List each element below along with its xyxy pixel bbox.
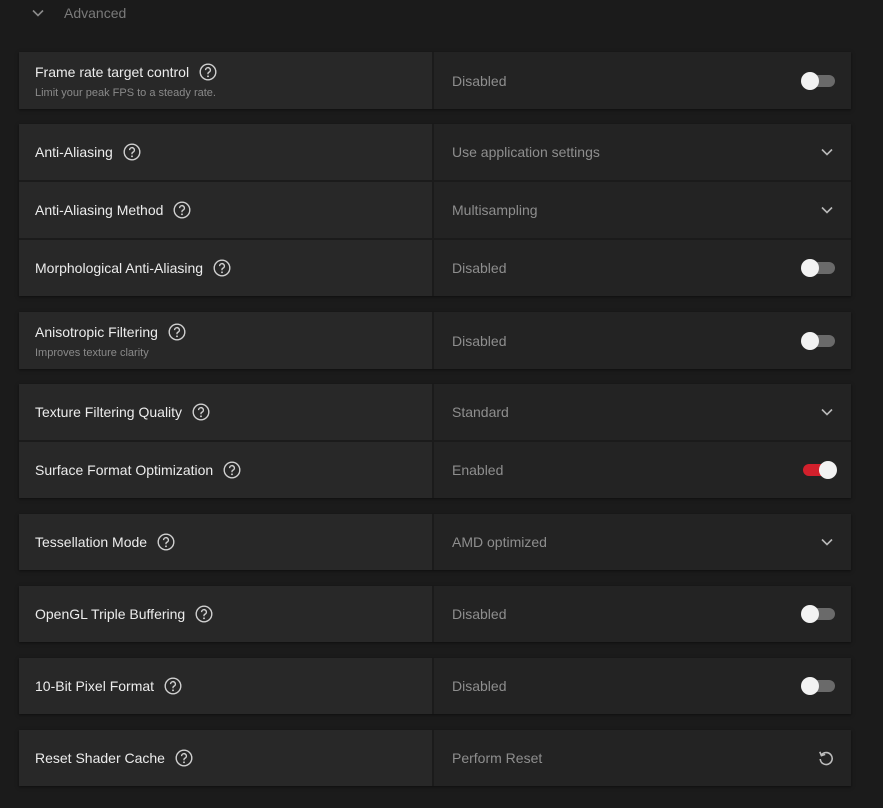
chevron-down-icon: [819, 202, 835, 218]
setting-row-anti-aliasing-method: Anti-Aliasing Method Multisampling: [19, 182, 851, 240]
setting-row-reset-shader-cache: Reset Shader Cache Perform Reset: [19, 730, 851, 786]
setting-control-surface-format-optimization[interactable]: Enabled: [434, 442, 851, 498]
setting-row-morphological-anti-aliasing: Morphological Anti-Aliasing Disabled: [19, 240, 851, 296]
setting-value: Disabled: [452, 72, 507, 89]
setting-value: Standard: [452, 404, 509, 420]
setting-value: Enabled: [452, 462, 504, 478]
setting-control-tessellation-mode[interactable]: AMD optimized: [434, 514, 851, 570]
setting-control-opengl-triple-buffering[interactable]: Disabled: [434, 586, 851, 642]
setting-description: Improves texture clarity: [35, 346, 149, 359]
question-circle-icon[interactable]: [173, 201, 191, 219]
setting-description: Limit your peak FPS to a steady rate.: [35, 86, 216, 99]
question-circle-icon[interactable]: [168, 322, 186, 341]
question-circle-icon[interactable]: [164, 677, 182, 695]
question-circle-icon[interactable]: [199, 62, 217, 81]
setting-label-cell: Texture Filtering Quality: [19, 384, 434, 440]
setting-row-10-bit-pixel-format: 10-Bit Pixel Format Disabled: [19, 658, 851, 714]
setting-label: OpenGL Triple Buffering: [35, 606, 186, 622]
group-texture: Texture Filtering Quality Standard Surfa…: [19, 384, 851, 498]
toggle-knob: [819, 461, 837, 479]
question-circle-icon[interactable]: [123, 143, 141, 161]
question-circle-icon[interactable]: [223, 461, 241, 479]
setting-label: Anti-Aliasing Method: [35, 202, 164, 218]
group-tessellation: Tessellation Mode AMD optimized: [19, 514, 851, 570]
section-title: Advanced: [64, 5, 127, 21]
setting-value: Disabled: [452, 678, 507, 694]
group-shader-cache: Reset Shader Cache Perform Reset: [19, 730, 851, 786]
setting-label: Anti-Aliasing: [35, 144, 113, 160]
setting-row-anti-aliasing: Anti-Aliasing Use application settings: [19, 124, 851, 182]
setting-label-cell: Anti-Aliasing Method: [19, 182, 434, 238]
toggle-knob: [801, 677, 819, 695]
perform-reset-button[interactable]: Perform Reset: [434, 730, 851, 786]
chevron-down-icon: [819, 404, 835, 420]
group-opengl: OpenGL Triple Buffering Disabled: [19, 586, 851, 642]
toggle-switch[interactable]: [801, 605, 835, 623]
setting-row-tessellation-mode: Tessellation Mode AMD optimized: [19, 514, 851, 570]
setting-control-texture-filtering-quality[interactable]: Standard: [434, 384, 851, 440]
setting-value: Perform Reset: [452, 750, 543, 766]
setting-label: Anisotropic Filtering: [35, 323, 158, 340]
setting-row-texture-filtering-quality: Texture Filtering Quality Standard: [19, 384, 851, 442]
setting-label: Reset Shader Cache: [35, 750, 165, 766]
question-circle-icon[interactable]: [195, 605, 213, 623]
setting-row-anisotropic-filtering: Anisotropic Filtering Improves texture c…: [19, 312, 851, 369]
setting-control-anti-aliasing-method[interactable]: Multisampling: [434, 182, 851, 238]
toggle-switch[interactable]: [801, 71, 835, 90]
toggle-knob: [801, 331, 819, 350]
chevron-down-icon: [30, 5, 46, 21]
toggle-switch[interactable]: [801, 259, 835, 277]
setting-label-cell: Surface Format Optimization: [19, 442, 434, 498]
group-10bit: 10-Bit Pixel Format Disabled: [19, 658, 851, 714]
advanced-settings-page: Advanced Frame rate target control Limit…: [0, 0, 883, 808]
toggle-switch[interactable]: [801, 331, 835, 350]
setting-control-10-bit-pixel-format[interactable]: Disabled: [434, 658, 851, 714]
group-anisotropic: Anisotropic Filtering Improves texture c…: [19, 312, 851, 369]
setting-row-surface-format-optimization: Surface Format Optimization Enabled: [19, 442, 851, 498]
toggle-switch[interactable]: [803, 461, 837, 479]
setting-value: AMD optimized: [452, 534, 547, 550]
setting-label-cell: Frame rate target control Limit your pea…: [19, 52, 434, 109]
chevron-down-icon: [819, 534, 835, 550]
question-circle-icon[interactable]: [157, 533, 175, 551]
question-circle-icon[interactable]: [192, 403, 210, 421]
setting-value: Disabled: [452, 260, 507, 276]
setting-value: Disabled: [452, 606, 507, 622]
setting-row-opengl-triple-buffering: OpenGL Triple Buffering Disabled: [19, 586, 851, 642]
advanced-section-header[interactable]: Advanced: [30, 0, 126, 26]
chevron-down-icon: [819, 144, 835, 160]
setting-label-cell: 10-Bit Pixel Format: [19, 658, 434, 714]
setting-label: Surface Format Optimization: [35, 462, 214, 478]
setting-label-cell: OpenGL Triple Buffering: [19, 586, 434, 642]
group-anti-aliasing: Anti-Aliasing Use application settings A…: [19, 124, 851, 296]
setting-control-anisotropic-filtering[interactable]: Disabled: [434, 312, 851, 369]
setting-label: Morphological Anti-Aliasing: [35, 260, 204, 276]
setting-control-morphological-anti-aliasing[interactable]: Disabled: [434, 240, 851, 296]
toggle-knob: [801, 71, 819, 90]
setting-label-cell: Morphological Anti-Aliasing: [19, 240, 434, 296]
setting-row-frame-rate-target-control: Frame rate target control Limit your pea…: [19, 52, 851, 109]
setting-label-cell: Anti-Aliasing: [19, 124, 434, 180]
setting-label: Texture Filtering Quality: [35, 404, 183, 420]
toggle-switch[interactable]: [801, 677, 835, 695]
setting-value: Disabled: [452, 332, 507, 349]
reset-arrow-icon[interactable]: [817, 749, 835, 767]
toggle-knob: [801, 259, 819, 277]
question-circle-icon[interactable]: [213, 259, 231, 277]
question-circle-icon[interactable]: [175, 749, 193, 767]
toggle-knob: [801, 605, 819, 623]
setting-value: Use application settings: [452, 144, 600, 160]
setting-label: Frame rate target control: [35, 63, 190, 80]
setting-label: Tessellation Mode: [35, 534, 148, 550]
setting-label: 10-Bit Pixel Format: [35, 678, 155, 694]
setting-value: Multisampling: [452, 202, 538, 218]
group-frame-rate: Frame rate target control Limit your pea…: [19, 52, 851, 109]
setting-label-cell: Reset Shader Cache: [19, 730, 434, 786]
setting-control-anti-aliasing[interactable]: Use application settings: [434, 124, 851, 180]
setting-control-frame-rate-target-control[interactable]: Disabled: [434, 52, 851, 109]
setting-label-cell: Anisotropic Filtering Improves texture c…: [19, 312, 434, 369]
setting-label-cell: Tessellation Mode: [19, 514, 434, 570]
